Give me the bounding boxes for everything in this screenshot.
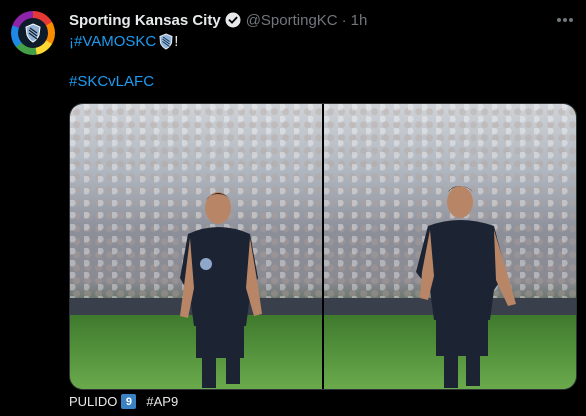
hashtag-skcvlafc[interactable]: #SKCvLAFC <box>69 73 154 90</box>
number-badge: 9 <box>121 394 137 409</box>
shield-emoji-icon <box>158 33 174 50</box>
caption-text: PULIDO <box>69 394 118 409</box>
text-suffix: ! <box>174 33 179 50</box>
author-handle[interactable]: @SportingKC <box>246 12 338 29</box>
tweet-text-line2: #SKCvLAFC <box>69 73 154 90</box>
verified-badge-icon <box>225 12 241 28</box>
media-grid <box>69 103 577 390</box>
more-options-icon[interactable] <box>556 10 574 28</box>
sporting-kc-crest-icon <box>18 18 48 48</box>
tweet-text-line1: ¡ #VAMOSKC ! <box>69 33 178 50</box>
tweet-header: Sporting Kansas City @SportingKC · 1h <box>69 11 367 29</box>
author-name[interactable]: Sporting Kansas City <box>69 12 221 29</box>
avatar[interactable] <box>11 11 55 55</box>
separator-dot: · <box>341 11 347 29</box>
hashtag-ap9[interactable]: #AP9 <box>146 394 178 409</box>
photo-left[interactable] <box>70 104 322 389</box>
player-figure <box>180 192 262 388</box>
tweet-timestamp[interactable]: 1h <box>351 12 368 29</box>
player-figure <box>416 186 516 388</box>
tweet-caption: PULIDO 9 #AP9 <box>69 394 178 409</box>
hashtag-vamoskc[interactable]: #VAMOSKC <box>74 33 156 50</box>
photo-right[interactable] <box>324 104 576 389</box>
